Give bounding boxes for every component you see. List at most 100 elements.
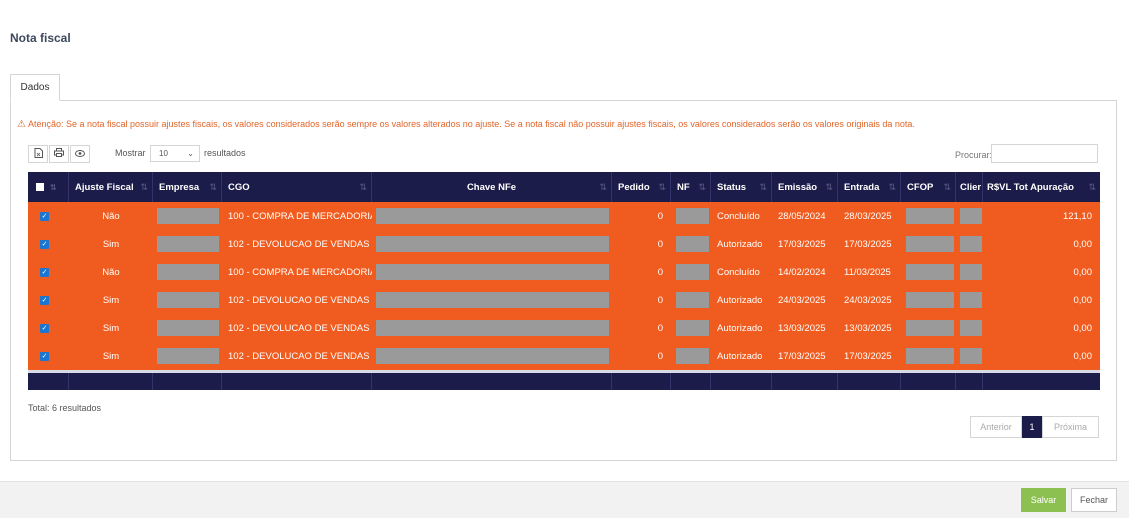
header-pedido[interactable]: Pedido ⇅: [612, 172, 671, 202]
redacted-empresa: [157, 348, 219, 364]
cell-emissao: 17/03/2025: [778, 350, 826, 362]
page-title: Nota fiscal: [10, 31, 71, 45]
search-input[interactable]: [991, 144, 1098, 163]
table-row[interactable]: ✓ Sim 102 - DEVOLUCAO DE VENDAS 0 Autori…: [28, 230, 1100, 258]
redacted-nf: [676, 264, 709, 280]
header-status[interactable]: Status ⇅: [711, 172, 772, 202]
cell-entrada: 13/03/2025: [844, 322, 892, 334]
header-entrada[interactable]: Entrada ⇅: [838, 172, 901, 202]
cell-status: Concluído: [717, 210, 760, 222]
action-bar: [0, 481, 1129, 518]
cell-valor-apuracao: 0,00: [1073, 266, 1093, 278]
sort-icon: ⇅: [698, 182, 706, 192]
header-empresa[interactable]: Empresa ⇅: [153, 172, 222, 202]
row-checkbox[interactable]: ✓: [40, 295, 49, 305]
redacted-cfop: [906, 292, 954, 308]
header-chave-nfe[interactable]: Chave NFe ⇅: [372, 172, 612, 202]
redacted-cfop: [906, 236, 954, 252]
page-size-select[interactable]: 10 ⌄: [150, 145, 200, 162]
redacted-cliente: [960, 264, 982, 280]
redacted-empresa: [157, 208, 219, 224]
page-size-value: 10: [159, 149, 168, 158]
header-nf[interactable]: NF ⇅: [671, 172, 711, 202]
cell-valor-apuracao: 0,00: [1073, 350, 1093, 362]
redacted-cfop: [906, 348, 954, 364]
cell-emissao: 24/03/2025: [778, 294, 826, 306]
chevron-down-icon: ⌄: [187, 149, 194, 158]
cell-ajuste-fiscal: Sim: [102, 238, 120, 250]
cell-emissao: 13/03/2025: [778, 322, 826, 334]
cell-status: Autorizado: [717, 294, 763, 306]
sort-icon: ⇅: [599, 182, 607, 192]
tab-dados[interactable]: Dados: [10, 74, 60, 101]
warning-text: Atenção: Se a nota fiscal possuir ajuste…: [27, 119, 915, 129]
cell-cgo: 102 - DEVOLUCAO DE VENDAS: [228, 238, 370, 250]
row-checkbox[interactable]: ✓: [40, 323, 49, 333]
cell-pedido: 0: [657, 266, 663, 278]
redacted-chave-nfe: [376, 320, 609, 336]
row-checkbox[interactable]: ✓: [40, 267, 49, 277]
header-cliente[interactable]: Clier: [956, 172, 983, 202]
search-label: Procurar:: [955, 150, 993, 160]
cell-valor-apuracao: 0,00: [1073, 322, 1093, 334]
cell-status: Concluído: [717, 266, 760, 278]
pagination: Anterior 1 Próxima: [970, 416, 1099, 438]
row-checkbox[interactable]: ✓: [40, 239, 49, 249]
cell-entrada: 24/03/2025: [844, 294, 892, 306]
header-cgo[interactable]: CGO ⇅: [222, 172, 372, 202]
warning-message: ⚠ Atenção: Se a nota fiscal possuir ajust…: [17, 119, 915, 130]
cell-entrada: 17/03/2025: [844, 350, 892, 362]
sort-icon: ⇅: [209, 182, 217, 192]
header-ajuste-fiscal[interactable]: Ajuste Fiscal ⇅: [69, 172, 153, 202]
save-button[interactable]: Salvar: [1021, 488, 1066, 512]
eye-icon: [75, 149, 85, 160]
close-button[interactable]: Fechar: [1071, 488, 1117, 512]
redacted-cliente: [960, 236, 982, 252]
redacted-nf: [676, 292, 709, 308]
header-valor-apuracao[interactable]: R$VL Tot Apuração ⇅: [983, 172, 1100, 202]
print-button[interactable]: [49, 145, 69, 163]
resultados-label: resultados: [204, 148, 246, 158]
cell-pedido: 0: [657, 322, 663, 334]
table-body: ✓ Não 100 - COMPRA DE MERCADORIAS 0 Conc…: [28, 202, 1100, 370]
redacted-empresa: [157, 320, 219, 336]
table-row[interactable]: ✓ Não 100 - COMPRA DE MERCADORIAS 0 Conc…: [28, 258, 1100, 286]
row-checkbox[interactable]: ✓: [40, 351, 49, 361]
select-all-checkbox[interactable]: [36, 183, 44, 191]
cell-status: Autorizado: [717, 350, 763, 362]
cell-pedido: 0: [657, 238, 663, 250]
cell-valor-apuracao: 0,00: [1073, 294, 1093, 306]
header-cfop[interactable]: CFOP ⇅: [901, 172, 956, 202]
header-emissao[interactable]: Emissão ⇅: [772, 172, 838, 202]
total-results: Total: 6 resultados: [28, 403, 102, 413]
sort-icon: ⇅: [759, 182, 767, 192]
table-toolbar: [28, 145, 91, 163]
table-row[interactable]: ✓ Sim 102 - DEVOLUCAO DE VENDAS 0 Autori…: [28, 342, 1100, 370]
view-button[interactable]: [70, 145, 90, 163]
redacted-chave-nfe: [376, 348, 609, 364]
pagination-page-1[interactable]: 1: [1022, 416, 1042, 438]
cell-pedido: 0: [657, 294, 663, 306]
row-checkbox[interactable]: ✓: [40, 211, 49, 221]
cell-ajuste-fiscal: Sim: [102, 294, 120, 306]
cell-ajuste-fiscal: Não: [102, 210, 120, 222]
export-icon: [34, 147, 43, 161]
redacted-empresa: [157, 292, 219, 308]
redacted-empresa: [157, 236, 219, 252]
pagination-next[interactable]: Próxima: [1042, 416, 1099, 438]
table-row[interactable]: ✓ Sim 102 - DEVOLUCAO DE VENDAS 0 Autori…: [28, 314, 1100, 342]
cell-pedido: 0: [657, 210, 663, 222]
export-button[interactable]: [28, 145, 48, 163]
redacted-nf: [676, 236, 709, 252]
cell-ajuste-fiscal: Sim: [102, 322, 120, 334]
sort-icon: ⇅: [140, 182, 148, 192]
sort-icon: ⇅: [359, 182, 367, 192]
redacted-nf: [676, 208, 709, 224]
cell-emissao: 28/05/2024: [778, 210, 826, 222]
redacted-chave-nfe: [376, 236, 609, 252]
table-row[interactable]: ✓ Não 100 - COMPRA DE MERCADORIAS 0 Conc…: [28, 202, 1100, 230]
redacted-empresa: [157, 264, 219, 280]
table-row[interactable]: ✓ Sim 102 - DEVOLUCAO DE VENDAS 0 Autori…: [28, 286, 1100, 314]
pagination-prev[interactable]: Anterior: [970, 416, 1022, 438]
header-select-all[interactable]: ⇅: [28, 172, 69, 202]
